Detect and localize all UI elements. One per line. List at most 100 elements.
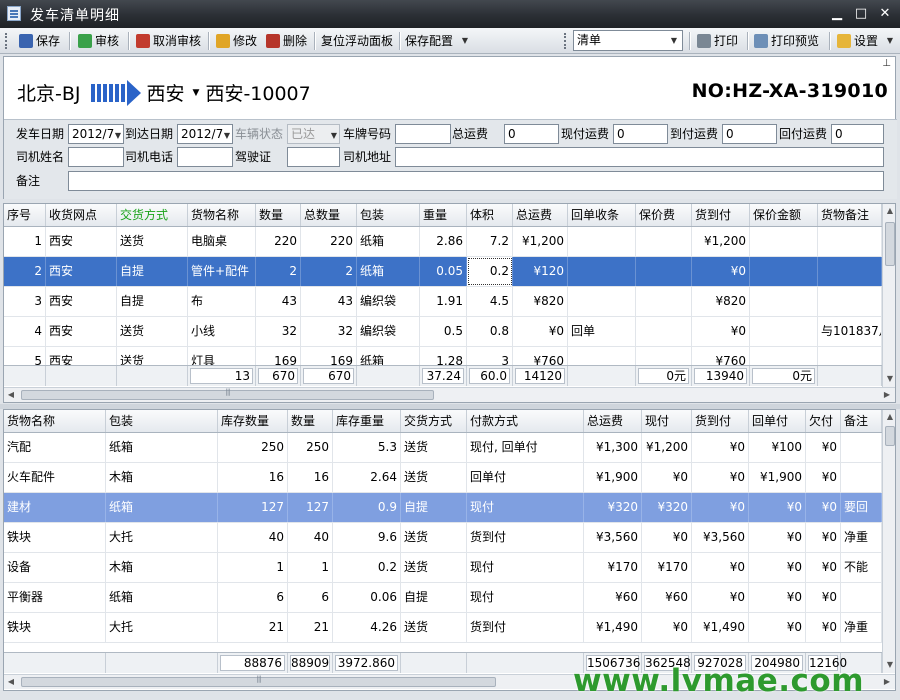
scroll-up-icon[interactable]: ▲ [883,410,895,424]
table-cell-qty[interactable]: 6 [288,583,333,612]
table-cell-delivery[interactable]: 送货 [401,463,467,492]
table-cell-goods[interactable]: 汽配 [4,433,106,462]
return-freight-input[interactable]: 0 [831,124,884,144]
print-preview-button[interactable]: 打印预览 [754,31,819,51]
table-cell-payment[interactable]: 货到付 [467,613,584,642]
table-cell-weight[interactable]: 0.5 [420,317,467,346]
table-cell-cod[interactable]: ¥1,490 [692,613,749,642]
table-cell-cash[interactable]: ¥320 [642,493,692,522]
table-cell-goods[interactable]: 铁块 [4,613,106,642]
column-header[interactable]: 货物备注 [818,204,882,226]
table-cell-total-qty[interactable]: 2 [301,257,357,286]
edit-button[interactable]: 修改 [216,31,257,51]
table-cell-freight[interactable]: ¥120 [513,257,568,286]
table-cell-remark[interactable]: 不能 [841,553,882,582]
toolbar-grip[interactable] [564,33,567,49]
table-cell-pack[interactable]: 纸箱 [106,433,218,462]
toolbar-grip[interactable] [5,33,8,49]
table-cell-freight[interactable]: ¥1,300 [584,433,642,462]
table-cell-freight[interactable]: ¥60 [584,583,642,612]
table-cell-goods[interactable]: 布 [188,287,256,316]
table-cell-return-pay[interactable]: ¥0 [749,613,806,642]
table-cell-goods[interactable]: 平衡器 [4,583,106,612]
cash-freight-input[interactable]: 0 [613,124,668,144]
column-header[interactable]: 货到付 [692,204,750,226]
table-cell-cod[interactable]: ¥3,560 [692,523,749,552]
pin-icon[interactable]: ⊥ [882,58,891,69]
scroll-up-icon[interactable]: ▲ [883,204,895,218]
save-button[interactable]: 保存 [19,31,60,51]
column-header[interactable]: 货到付 [692,410,749,432]
table-cell-insured[interactable] [750,227,818,256]
table-row[interactable]: 铁块 大托 21 21 4.26 送货 货到付 ¥1,490 ¥0 ¥1,490 ¥0 ¥0 净重 [4,613,882,643]
table-cell-delivery[interactable]: 自提 [117,257,188,286]
table-cell-no[interactable]: 3 [4,287,46,316]
settings-button[interactable]: 设置 [837,31,878,51]
table-cell-owed[interactable]: ¥0 [806,433,841,462]
table-cell-cod[interactable]: ¥0 [692,583,749,612]
column-header[interactable]: 总运费 [513,204,568,226]
table-cell-pack[interactable]: 纸箱 [106,493,218,522]
scroll-thumb[interactable] [885,222,895,266]
arrive-date-picker[interactable]: 2012/7 ▼ [177,124,233,144]
table-cell-total-qty[interactable]: 32 [301,317,357,346]
column-header[interactable]: 现付 [642,410,692,432]
scroll-right-icon[interactable]: ▶ [880,675,894,689]
plate-input[interactable] [395,124,451,144]
table-cell-stock-qty[interactable]: 127 [218,493,288,522]
table-cell-cod[interactable]: ¥0 [692,317,750,346]
table-row[interactable]: 3 西安 自提布 43 43 编织袋 1.91 4.5 ¥820 ¥820 [4,287,882,317]
table-cell-no[interactable]: 2 [4,257,46,286]
table-cell-remark[interactable] [818,257,882,286]
table-cell-branch[interactable]: 西安 [46,287,117,316]
column-header[interactable]: 欠付 [806,410,841,432]
table-cell-remark[interactable] [841,433,882,462]
table-cell-owed[interactable]: ¥0 [806,463,841,492]
table-cell-remark[interactable] [841,583,882,612]
table-cell-branch[interactable]: 西安 [46,227,117,256]
note-input[interactable] [68,171,884,191]
reset-panel-button[interactable]: 复位浮动面板 [321,31,393,51]
column-header[interactable]: 交货方式 [117,204,188,226]
table-cell-qty[interactable]: 2 [256,257,301,286]
table-cell-goods[interactable]: 电脑桌 [188,227,256,256]
driver-phone-input[interactable] [177,147,233,167]
table-cell-qty[interactable]: 40 [288,523,333,552]
table-cell-insure-fee[interactable] [636,257,692,286]
table-cell-qty[interactable]: 250 [288,433,333,462]
table-cell-weight[interactable]: 1.91 [420,287,467,316]
table-cell-weight[interactable]: 0.05 [420,257,467,286]
table-cell-remark[interactable]: 净重 [841,523,882,552]
table-cell-stock-weight[interactable]: 2.64 [333,463,401,492]
cod-freight-input[interactable]: 0 [722,124,777,144]
table-cell-cash[interactable]: ¥0 [642,523,692,552]
table-cell-weight[interactable]: 2.86 [420,227,467,256]
table-cell-receipt[interactable] [568,257,636,286]
table-cell-delivery[interactable]: 送货 [401,613,467,642]
table-row[interactable]: 火车配件 木箱 16 16 2.64 送货 回单付 ¥1,900 ¥0 ¥0 ¥1,900 ¥0 [4,463,882,493]
license-input[interactable] [287,147,340,167]
table-cell-payment[interactable]: 现付 [467,493,584,522]
table-row[interactable]: 2 西安 自提 管件+配件 2 2 纸箱 0.05 0.2 ¥120 ¥0 [4,257,882,287]
table-cell-goods[interactable]: 铁块 [4,523,106,552]
waybill-vertical-scrollbar[interactable]: ▲ ▼ [882,204,895,387]
table-cell-insured[interactable] [750,287,818,316]
table-cell-insured[interactable] [750,257,818,286]
print-button[interactable]: 打印 [697,31,738,51]
table-cell-stock-weight[interactable]: 4.26 [333,613,401,642]
cancel-audit-button[interactable]: 取消审核 [136,31,201,51]
table-cell-pack[interactable]: 纸箱 [106,583,218,612]
table-cell-freight[interactable]: ¥1,200 [513,227,568,256]
table-cell-stock-qty[interactable]: 6 [218,583,288,612]
table-cell-goods[interactable]: 管件+配件 [188,257,256,286]
table-cell-cash[interactable]: ¥170 [642,553,692,582]
table-cell-insure-fee[interactable] [636,317,692,346]
table-cell-delivery[interactable]: 送货 [401,433,467,462]
table-cell-pack[interactable]: 木箱 [106,553,218,582]
table-row[interactable]: 汽配 纸箱 250 250 5.3 送货 现付, 回单付 ¥1,300 ¥1,200 ¥0 ¥100… [4,433,882,463]
audit-button[interactable]: 审核 [78,31,119,51]
table-cell-insured[interactable] [750,317,818,346]
column-header[interactable]: 总运费 [584,410,642,432]
table-cell-payment[interactable]: 货到付 [467,523,584,552]
table-cell-branch[interactable]: 西安 [46,317,117,346]
